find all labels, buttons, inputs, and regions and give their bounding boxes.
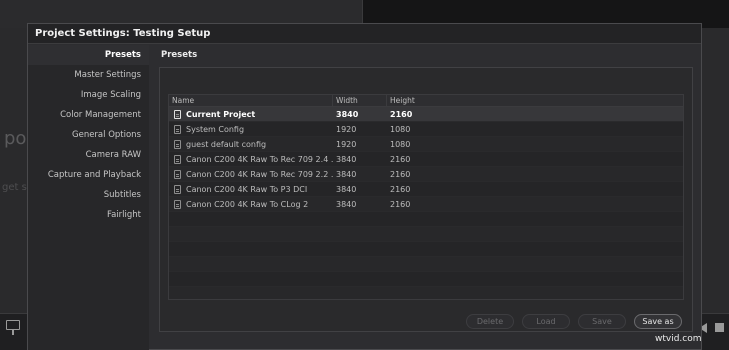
empty-row [169,287,683,299]
monitor-icon[interactable] [6,320,20,335]
empty-row [169,257,683,272]
table-row[interactable]: Canon C200 4K Raw To Rec 709 2.2 ... 384… [169,167,683,182]
sidebar-item-fairlight[interactable]: Fairlight [28,205,149,225]
preset-height: 1080 [390,125,411,134]
preset-width: 3840 [336,155,357,164]
document-icon [174,124,181,134]
preset-width: 3840 [336,200,357,209]
preset-width: 1920 [336,140,357,149]
document-icon [174,169,181,179]
table-row[interactable]: Canon C200 4K Raw To Rec 709 2.4 ... 384… [169,152,683,167]
save-button[interactable]: Save [578,314,626,329]
preset-height: 1080 [390,140,411,149]
dialog-title: Project Settings: Testing Setup [28,24,701,44]
empty-row [169,272,683,287]
preset-name: guest default config [186,139,267,149]
empty-row [169,242,683,257]
stop-icon[interactable] [715,323,724,332]
sidebar-item-capture-playback[interactable]: Capture and Playback [28,165,149,185]
sidebar-item-camera-raw[interactable]: Camera RAW [28,145,149,165]
sidebar-item-color-management[interactable]: Color Management [28,105,149,125]
preset-height: 2160 [390,110,413,119]
preset-height: 2160 [390,185,411,194]
preset-width: 3840 [336,185,357,194]
document-icon [174,184,181,194]
settings-content: Presets Name Width Height Current Projec… [149,45,701,350]
preset-height: 2160 [390,170,411,179]
document-icon [174,139,181,149]
table-row[interactable]: Current Project 3840 2160 [169,107,683,122]
presets-panel: Name Width Height Current Project 3840 2… [159,67,693,332]
table-row[interactable]: Canon C200 4K Raw To CLog 2 3840 2160 [169,197,683,212]
preset-name: System Config [186,124,245,134]
load-button[interactable]: Load [522,314,570,329]
sidebar-item-image-scaling[interactable]: Image Scaling [28,85,149,105]
settings-sidebar: Presets Master Settings Image Scaling Co… [28,45,149,350]
preset-height: 2160 [390,200,411,209]
preset-actions: Delete Load Save Save as [466,314,682,329]
empty-row [169,212,683,227]
preset-name: Canon C200 4K Raw To CLog 2 [186,199,309,209]
preset-name: Canon C200 4K Raw To P3 DCI [186,184,308,194]
table-row[interactable]: System Config 1920 1080 [169,122,683,137]
preset-name: Canon C200 4K Raw To Rec 709 2.4 ... [186,154,333,164]
preset-height: 2160 [390,155,411,164]
presets-table: Name Width Height Current Project 3840 2… [168,94,684,300]
preset-name: Current Project [186,109,256,119]
sidebar-item-presets[interactable]: Presets [28,45,149,65]
column-header-name[interactable]: Name [169,95,333,106]
table-row[interactable]: Canon C200 4K Raw To P3 DCI 3840 2160 [169,182,683,197]
sidebar-item-subtitles[interactable]: Subtitles [28,185,149,205]
empty-row [169,227,683,242]
content-header: Presets [161,50,198,60]
preset-name: Canon C200 4K Raw To Rec 709 2.2 ... [186,169,333,179]
column-header-height[interactable]: Height [387,95,683,106]
project-settings-dialog: Project Settings: Testing Setup Presets … [27,23,702,350]
watermark: wtvid.com [655,334,702,344]
background-faded-text: po [4,128,27,149]
delete-button[interactable]: Delete [466,314,514,329]
column-header-width[interactable]: Width [333,95,387,106]
document-icon [174,109,181,119]
preset-width: 3840 [336,170,357,179]
document-icon [174,199,181,209]
document-icon [174,154,181,164]
table-row[interactable]: guest default config 1920 1080 [169,137,683,152]
preset-width: 3840 [336,110,359,119]
save-as-button[interactable]: Save as [634,314,682,329]
sidebar-item-master-settings[interactable]: Master Settings [28,65,149,85]
preset-width: 1920 [336,125,357,134]
table-header: Name Width Height [169,95,683,107]
sidebar-item-general-options[interactable]: General Options [28,125,149,145]
